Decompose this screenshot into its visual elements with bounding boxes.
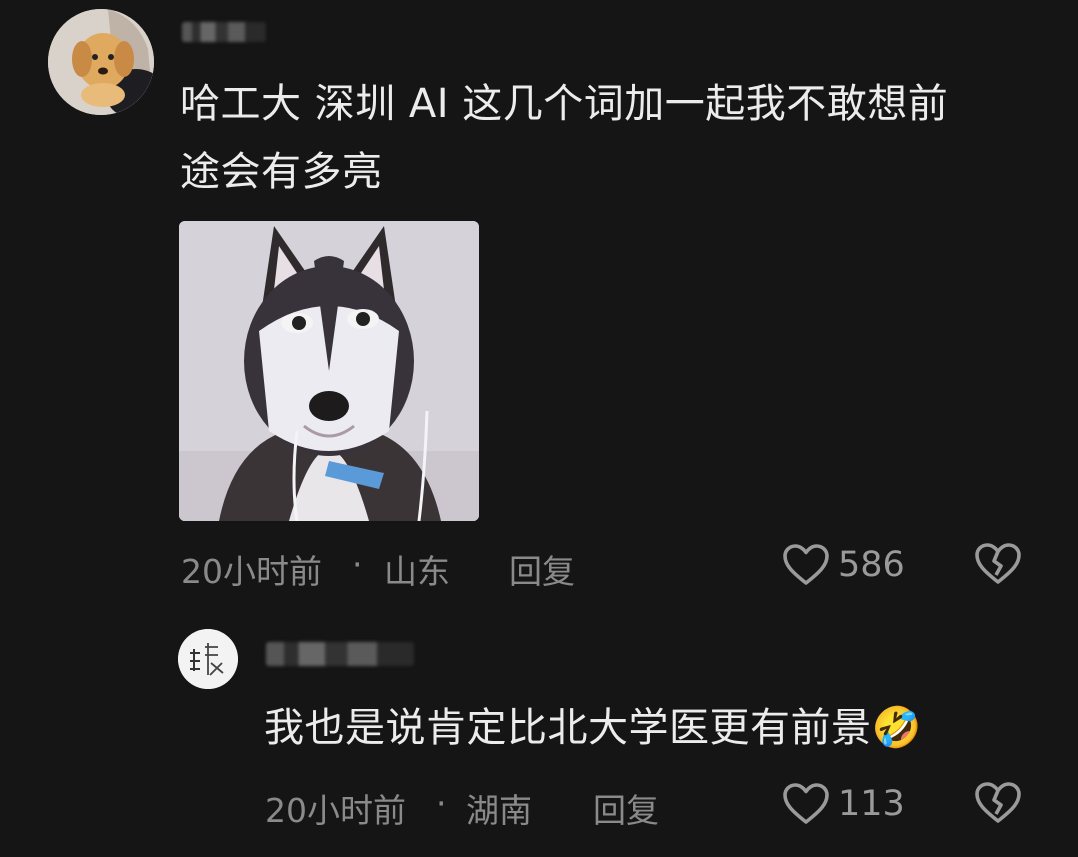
rofl-emoji-icon: 🤣 — [871, 705, 922, 751]
location: 山东 — [384, 552, 450, 591]
location: 湖南 — [466, 791, 532, 830]
timestamp: 20小时前 — [181, 552, 322, 591]
reply-text-content: 我也是说肯定比北大学医更有前景 — [264, 705, 872, 751]
calligraphy-avatar-icon — [178, 629, 238, 689]
avatar[interactable] — [48, 9, 154, 115]
heart-outline-icon[interactable] — [782, 543, 830, 587]
timestamp: 20小时前 — [265, 791, 406, 830]
reply-text: 我也是说肯定比北大学医更有前景🤣 — [264, 694, 1044, 762]
comment-text-line-1: 哈工大 深圳 AI 这几个词加一起我不敢想前 — [180, 81, 949, 127]
like-count: 113 — [838, 784, 905, 824]
username[interactable] — [182, 22, 266, 42]
broken-heart-icon[interactable] — [974, 542, 1022, 586]
reply-username[interactable] — [266, 642, 414, 666]
reply-button[interactable]: 回复 — [509, 545, 575, 593]
reply-button[interactable]: 回复 — [593, 784, 659, 832]
husky-meme-image[interactable] — [179, 221, 479, 521]
like-count: 586 — [838, 545, 905, 585]
separator-dot: · — [352, 545, 363, 584]
comment-text-line-2: 途会有多亮 — [180, 149, 383, 195]
comment-text: 哈工大 深圳 AI 这几个词加一起我不敢想前 途会有多亮 — [180, 70, 1040, 206]
reply-avatar[interactable] — [178, 629, 238, 689]
heart-outline-icon[interactable] — [782, 782, 830, 826]
separator-dot: · — [436, 784, 447, 823]
puppy-avatar-icon — [48, 9, 154, 115]
broken-heart-icon[interactable] — [974, 781, 1022, 825]
